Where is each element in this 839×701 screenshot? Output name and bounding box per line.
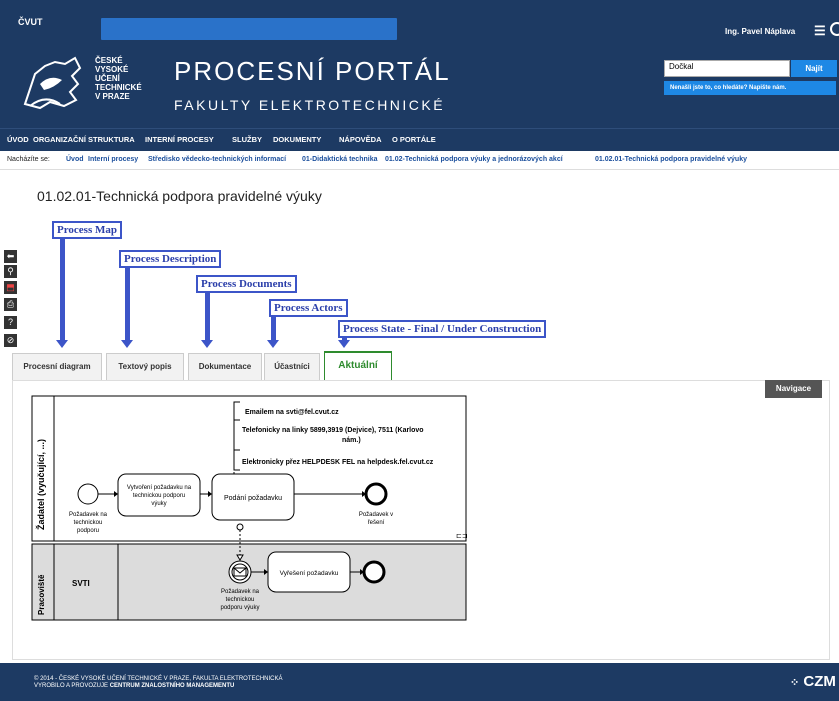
breadcrumb: Nacházíte se: Úvod Interní procesy Střed… [0, 151, 839, 170]
help-icon[interactable]: ? [4, 316, 17, 329]
czm-logo: ⁘ CZM [790, 673, 836, 690]
top-bar: ČVUT Ing. Pavel Náplava ☰ [0, 0, 839, 44]
message-label: podporu výuky [220, 605, 259, 611]
task-label: Podání požadavku [224, 495, 282, 502]
power-icon[interactable] [830, 22, 839, 36]
nav-item-napoveda[interactable]: NÁPOVĚDA [339, 135, 382, 144]
block-icon[interactable]: ⊘ [4, 334, 17, 347]
footer-text: © 2014 - ČESKÉ VYSOKÉ UČENÍ TECHNICKÉ V … [34, 676, 283, 689]
nav-item-uvod[interactable]: ÚVOD [7, 135, 29, 144]
message-label: technickou [226, 597, 255, 603]
breadcrumb-prefix: Nacházíte se: [7, 156, 50, 163]
annotation-arrow [271, 315, 276, 340]
message-label: Požadavek na [221, 589, 260, 595]
annotation-process-description: Process Description [119, 250, 222, 268]
annotation-arrowhead [121, 340, 133, 348]
end-event [362, 560, 386, 584]
pdf-icon[interactable]: ⬒ [4, 281, 17, 294]
end-event [364, 482, 388, 506]
annotation-arrowhead [338, 340, 350, 348]
start-event [77, 483, 99, 505]
nav-item-o-portale[interactable]: O PORTÁLE [392, 135, 436, 144]
end-label: Požadavek v [359, 512, 393, 518]
cvut-lion-logo-icon [23, 56, 82, 110]
breadcrumb-item[interactable]: Středisko vědecko-technických informací [148, 151, 286, 169]
end-label: řešení [368, 520, 385, 526]
print-icon[interactable]: ⎙ [4, 298, 17, 311]
tab-ucastnici[interactable]: Účastníci [264, 353, 320, 380]
portal-subtitle: FAKULTY ELEKTROTECHNICKÉ [174, 97, 446, 113]
nav-item-dokumenty[interactable]: DOKUMENTY [273, 135, 321, 144]
annotation-arrowhead [56, 340, 68, 348]
start-label: Požadavek na [69, 512, 108, 518]
nav-item-interni-procesy[interactable]: INTERNÍ PROCESY [145, 135, 214, 144]
lane-label-pracoviste: Pracoviště [37, 574, 46, 615]
annotation-arrowhead [201, 340, 213, 348]
collapsed-subprocess-icon: ⊏⊐ [456, 533, 468, 540]
annotation-arrowhead [267, 340, 279, 348]
task-label: Vyřešení požadavku [280, 570, 339, 577]
contact-phone: Telefonicky na linky 5899,3919 (Dejvice)… [242, 427, 424, 434]
tab-procesni-diagram[interactable]: Procesní diagram [12, 353, 102, 380]
annotation-process-documents: Process Documents [196, 275, 297, 293]
contact-email: Emailem na svti@fel.cvut.cz [245, 409, 339, 416]
brand-link[interactable]: ČVUT [18, 17, 43, 27]
task-label: technickou podporu [133, 493, 185, 499]
main-nav: ÚVOD ORGANIZAČNÍ STRUKTURA INTERNÍ PROCE… [0, 128, 839, 151]
breadcrumb-item[interactable]: Úvod [66, 151, 84, 169]
footer-org-link[interactable]: CENTRUM ZNALOSTNÍHO MANAGEMENTU [110, 683, 235, 689]
lane-label-zadatel: Žadatel (vyučující, ...) [35, 439, 46, 530]
breadcrumb-item[interactable]: 01-Didaktická technika [302, 151, 377, 169]
annotation-arrow [205, 292, 210, 340]
annotation-process-state: Process State - Final / Under Constructi… [338, 320, 547, 338]
navigation-button[interactable]: Navigace [765, 380, 822, 398]
search-hint-link[interactable]: Nenašli jste to, co hledáte? Napište nám… [664, 81, 836, 95]
search-icon[interactable]: ⚲ [4, 265, 17, 278]
header: ČESKÉ VYSOKÉ UČENÍ TECHNICKÉ V PRAZE PRO… [0, 44, 839, 128]
annotation-process-actors: Process Actors [269, 299, 348, 317]
cvut-logo-text: ČESKÉ VYSOKÉ UČENÍ TECHNICKÉ V PRAZE [95, 56, 142, 101]
nav-item-sluzby[interactable]: SLUŽBY [232, 135, 262, 144]
tab-dokumentace[interactable]: Dokumentace [188, 353, 262, 380]
breadcrumb-item[interactable]: 01.02.01-Technická podpora pravidelné vý… [595, 151, 747, 169]
page-title: 01.02.01-Technická podpora pravidelné vý… [37, 188, 322, 204]
task-label: Vytvoření požadavku na [127, 485, 192, 491]
tab-aktualni[interactable]: Aktuální [324, 351, 392, 381]
breadcrumb-item[interactable]: Interní procesy [88, 151, 138, 169]
portal-title: PROCESNÍ PORTÁL [174, 56, 451, 86]
breadcrumb-item[interactable]: 01.02-Technická podpora výuky a jednoráz… [385, 151, 563, 169]
user-name[interactable]: Ing. Pavel Náplava [725, 27, 795, 36]
tab-textovy-popis[interactable]: Textový popis [106, 353, 184, 380]
loading-bar [101, 18, 397, 40]
hamburger-icon[interactable]: ☰ [814, 23, 826, 39]
nav-item-org-struktura[interactable]: ORGANIZAČNÍ STRUKTURA [33, 135, 135, 144]
annotation-arrow [60, 236, 65, 340]
footer: © 2014 - ČESKÉ VYSOKÉ UČENÍ TECHNICKÉ V … [0, 663, 839, 701]
contact-helpdesk: Elektronicky přez HELPDESK FEL na helpde… [242, 459, 434, 466]
search-button[interactable]: Najít [791, 60, 837, 77]
annotation-process-map: Process Map [52, 221, 122, 239]
process-diagram[interactable]: Žadatel (vyučující, ...) Pracoviště SVTI… [12, 390, 472, 660]
start-label: podporu [77, 528, 99, 534]
svti-label: SVTI [72, 579, 90, 588]
task-label: výuky [151, 501, 166, 507]
annotation-arrow [125, 267, 130, 340]
search-input[interactable]: Dočkal [664, 60, 790, 77]
start-label: technickou [74, 520, 103, 526]
back-arrow-icon[interactable]: ⬅ [4, 250, 17, 263]
contact-phone-2: nám.) [342, 437, 361, 444]
